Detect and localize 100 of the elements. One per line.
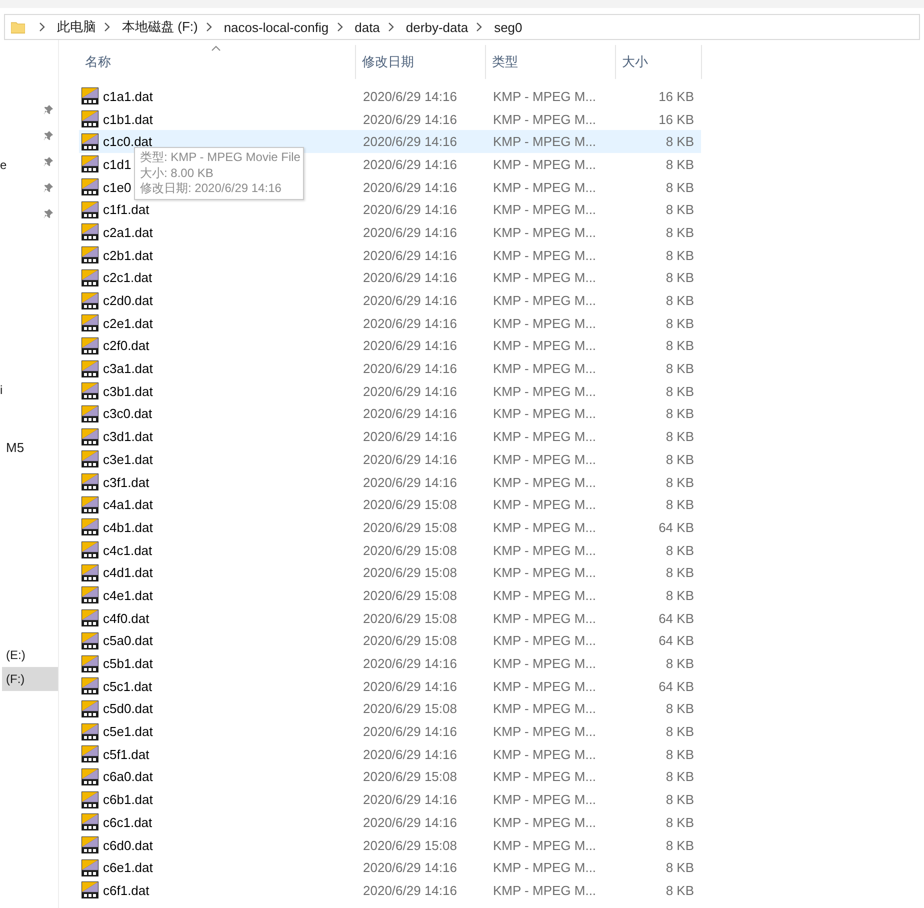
- chevron-icon[interactable]: [336, 22, 343, 32]
- file-icon: [81, 609, 99, 628]
- file-name[interactable]: c6b1.dat: [103, 792, 153, 808]
- breadcrumb-item[interactable]: data: [354, 20, 380, 34]
- pin-icon[interactable]: [43, 156, 54, 167]
- file-size: 8 KB: [664, 474, 694, 490]
- file-size: 8 KB: [664, 180, 694, 195]
- file-name[interactable]: c6e1.dat: [103, 860, 153, 876]
- modified-date: 2020/6/29 14:16: [362, 882, 458, 898]
- nav-item[interactable]: i: [0, 378, 7, 402]
- chevron-icon[interactable]: [388, 22, 394, 32]
- file-name[interactable]: c4f0.dat: [103, 610, 150, 626]
- file-name[interactable]: c5e1.dat: [103, 724, 153, 740]
- file-name[interactable]: c2b1.dat: [103, 248, 153, 263]
- file-name[interactable]: c5b1.dat: [103, 656, 153, 672]
- file-name[interactable]: c1d1: [103, 156, 132, 172]
- file-name[interactable]: c3d1.dat: [103, 429, 153, 444]
- file-icon: [81, 768, 99, 786]
- file-name[interactable]: c2c1.dat: [103, 270, 152, 286]
- file-size: 8 KB: [664, 429, 694, 444]
- modified-date: 2020/6/29 14:16: [362, 361, 458, 376]
- file-size: 8 KB: [664, 701, 694, 716]
- nav-item[interactable]: e: [0, 153, 11, 177]
- file-icon: [81, 518, 99, 536]
- file-name[interactable]: c1e0: [103, 180, 132, 195]
- file-size: 8 KB: [664, 134, 694, 150]
- modified-date: 2020/6/29 15:08: [362, 542, 458, 558]
- file-name[interactable]: c4e1.dat: [103, 588, 153, 603]
- file-name[interactable]: c5c1.dat: [103, 678, 152, 694]
- nav-item[interactable]: (E:): [2, 643, 30, 667]
- file-type: KMP - MPEG M...: [492, 746, 598, 762]
- column-header[interactable]: 类型: [486, 45, 616, 79]
- file-name[interactable]: c3c0.dat: [103, 406, 152, 422]
- file-icon: [81, 360, 99, 378]
- chevron-icon[interactable]: [476, 22, 482, 32]
- chevron-icon[interactable]: [39, 22, 45, 32]
- pin-icon[interactable]: [43, 182, 54, 193]
- file-name[interactable]: c3e1.dat: [103, 452, 153, 467]
- file-icon: [81, 541, 99, 560]
- pin-icon[interactable]: [43, 104, 54, 115]
- breadcrumb-item[interactable]: nacos-local-config: [224, 20, 329, 34]
- breadcrumb-item[interactable]: 本地磁盘 (F:): [122, 18, 198, 36]
- file-name[interactable]: c6d0.dat: [103, 838, 153, 853]
- file-name[interactable]: c6a0.dat: [103, 769, 153, 784]
- file-size: 8 KB: [664, 769, 694, 784]
- file-name[interactable]: c4d1.dat: [103, 565, 153, 580]
- file-type: KMP - MPEG M...: [492, 792, 598, 808]
- file-name[interactable]: c2f0.dat: [103, 338, 150, 354]
- modified-date: 2020/6/29 15:08: [362, 610, 458, 626]
- address-bar[interactable]: 此电脑 本地磁盘 (F:) nacos-local-config data derby-data seg0: [4, 14, 920, 40]
- file-name[interactable]: c2e1.dat: [103, 316, 153, 331]
- file-name[interactable]: c3f1.dat: [103, 474, 150, 490]
- chevron-icon[interactable]: [206, 22, 212, 32]
- file-name[interactable]: c1f1.dat: [103, 202, 150, 218]
- file-size: 16 KB: [658, 88, 694, 104]
- file-size: 8 KB: [664, 724, 694, 740]
- file-icon: [81, 155, 99, 174]
- modified-date: 2020/6/29 14:16: [362, 860, 458, 876]
- file-type: KMP - MPEG M...: [492, 180, 598, 195]
- file-type: KMP - MPEG M...: [492, 565, 598, 580]
- file-icon: [81, 632, 99, 650]
- nav-item[interactable]: (F:): [2, 667, 58, 691]
- file-name[interactable]: c1a1.dat: [103, 88, 153, 104]
- chevron-icon[interactable]: [104, 22, 110, 32]
- file-type: KMP - MPEG M...: [492, 701, 598, 716]
- file-name[interactable]: c4b1.dat: [103, 520, 153, 535]
- column-header[interactable]: 修改日期: [356, 45, 486, 79]
- file-name[interactable]: c5f1.dat: [103, 746, 150, 762]
- file-type: KMP - MPEG M...: [492, 224, 598, 240]
- modified-date: 2020/6/29 14:16: [362, 746, 458, 762]
- modified-date: 2020/6/29 14:16: [362, 384, 458, 399]
- file-icon: [81, 654, 99, 673]
- file-size: 8 KB: [664, 270, 694, 286]
- file-name[interactable]: c3b1.dat: [103, 384, 153, 399]
- nav-item[interactable]: M5: [2, 436, 28, 460]
- file-size: 8 KB: [664, 542, 694, 558]
- file-size: 8 KB: [664, 248, 694, 263]
- pin-icon[interactable]: [43, 208, 54, 219]
- modified-date: 2020/6/29 14:16: [362, 814, 458, 830]
- file-name[interactable]: c2a1.dat: [103, 224, 153, 240]
- file-type: KMP - MPEG M...: [492, 497, 598, 512]
- column-header[interactable]: 大小: [616, 45, 702, 79]
- file-name[interactable]: c6c1.dat: [103, 814, 152, 830]
- file-name[interactable]: c5a0.dat: [103, 633, 153, 648]
- file-name[interactable]: c3a1.dat: [103, 361, 153, 376]
- file-name[interactable]: c6f1.dat: [103, 882, 150, 898]
- breadcrumb-item[interactable]: 此电脑: [57, 18, 96, 36]
- file-name[interactable]: c1c0.dat: [103, 134, 152, 150]
- modified-date: 2020/6/29 14:16: [362, 474, 458, 490]
- breadcrumb-item[interactable]: seg0: [494, 20, 522, 34]
- file-name[interactable]: c5d0.dat: [103, 701, 153, 716]
- file-type: KMP - MPEG M...: [492, 588, 598, 603]
- file-name[interactable]: c2d0.dat: [103, 293, 153, 308]
- pin-icon[interactable]: [43, 130, 54, 141]
- file-icon: [81, 700, 99, 718]
- breadcrumb-item[interactable]: derby-data: [406, 20, 468, 34]
- file-name[interactable]: c1b1.dat: [103, 112, 153, 127]
- column-header[interactable]: 名称: [79, 45, 356, 79]
- file-name[interactable]: c4c1.dat: [103, 542, 152, 558]
- file-name[interactable]: c4a1.dat: [103, 497, 153, 512]
